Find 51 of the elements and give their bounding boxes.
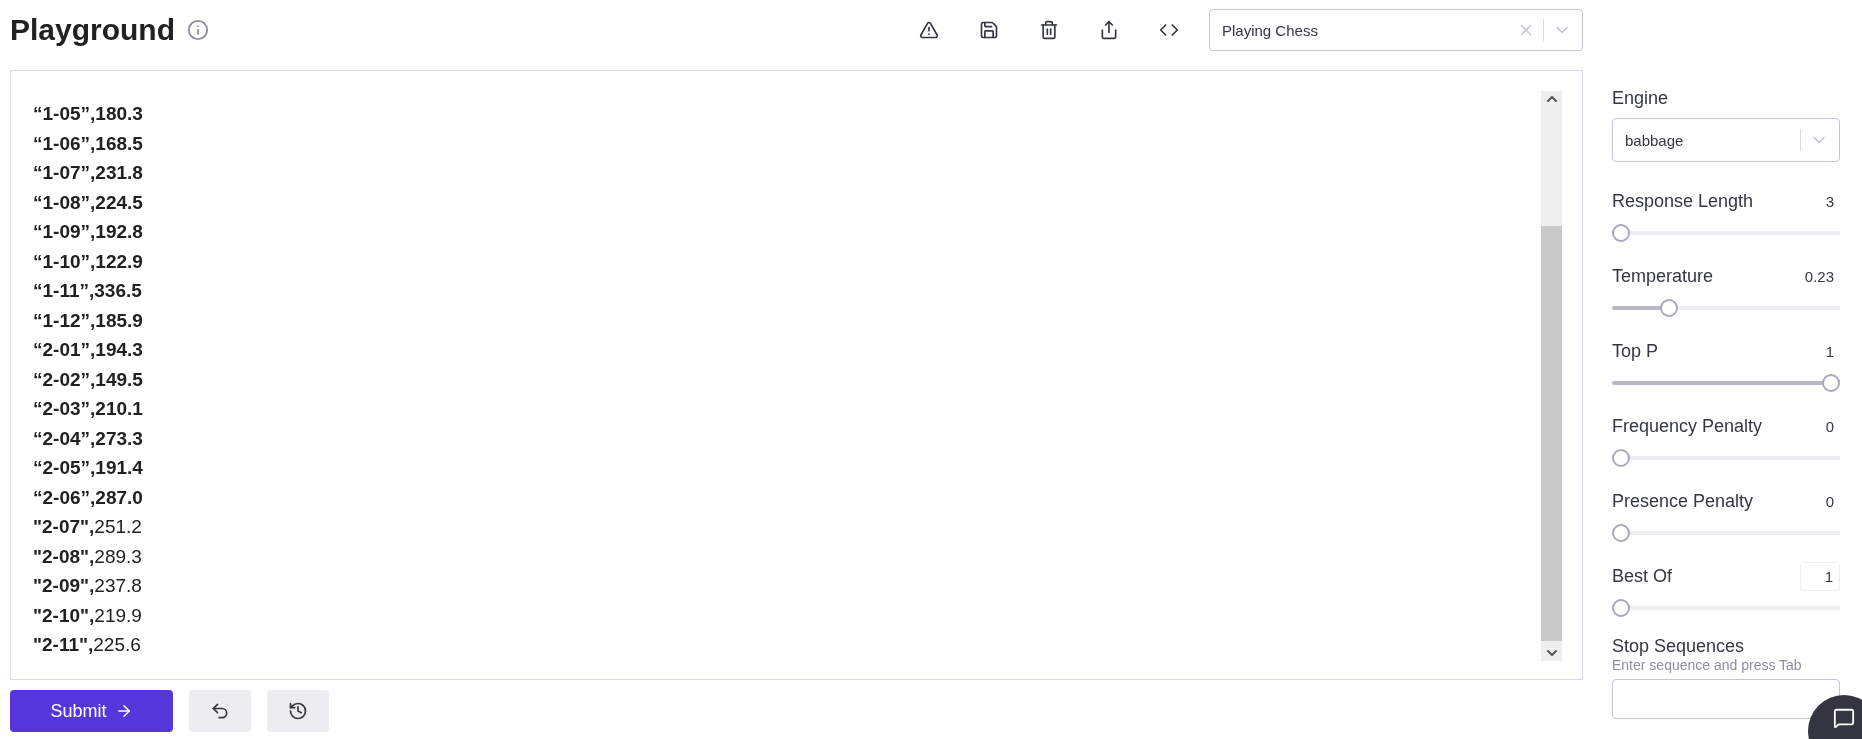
- editor-line: “2-05”,191.4: [33, 456, 143, 480]
- editor-line: “2-03”,210.1: [33, 397, 143, 421]
- stop-sequences-label: Stop Sequences: [1612, 636, 1746, 657]
- editor-line: "2-08",289.3: [33, 544, 142, 569]
- parameter-label: Best Of: [1612, 565, 1673, 587]
- editor-line: “1-10”,122.9: [33, 249, 143, 274]
- parameter-value: 0.23: [1804, 267, 1835, 285]
- editor-line: “2-01”,194.3: [33, 338, 143, 362]
- slider-thumb[interactable]: [1660, 299, 1679, 317]
- engine-select[interactable]: babbage: [1612, 118, 1840, 162]
- editor-line: “1-12”,185.9: [33, 308, 143, 333]
- chat-icon: [1833, 707, 1855, 729]
- stop-sequences-hint: Enter sequence and press Tab: [1612, 657, 1803, 673]
- parameter-value: 3: [1825, 192, 1835, 210]
- scrollbar[interactable]: [1541, 91, 1562, 661]
- editor-line: “1-07”,231.8: [33, 161, 143, 185]
- editor-line: "2-07",251.2: [33, 515, 142, 539]
- undo-button[interactable]: [189, 690, 251, 732]
- slider-thumb[interactable]: [1822, 374, 1840, 392]
- parameter-label: Presence Penalty: [1612, 490, 1754, 512]
- parameter-label: Response Length: [1612, 190, 1754, 212]
- slider-thumb[interactable]: [1612, 449, 1630, 467]
- preset-select[interactable]: Playing Chess: [1209, 9, 1583, 51]
- editor-line: "2-11",225.6: [33, 633, 141, 657]
- editor-line: "2-10",219.9: [33, 603, 142, 628]
- editor-line: “2-06”,287.0: [33, 485, 143, 510]
- history-button[interactable]: [267, 690, 329, 732]
- slider-thumb[interactable]: [1612, 524, 1630, 542]
- editor-line: “1-06”,168.5: [33, 131, 143, 156]
- slider-thumb[interactable]: [1612, 599, 1630, 617]
- parameter-value: 0: [1825, 417, 1835, 435]
- undo-icon: [210, 701, 230, 721]
- editor-line: “1-08”,224.5: [33, 190, 143, 215]
- page-title: Playground: [10, 13, 175, 47]
- best-of-input[interactable]: 1: [1799, 561, 1840, 591]
- slider-thumb[interactable]: [1612, 224, 1630, 242]
- parameter-label: Top P: [1612, 340, 1659, 362]
- editor-line: "2-09",237.8: [33, 574, 142, 598]
- submit-button[interactable]: Submit: [10, 690, 173, 732]
- stop-sequences-field[interactable]: [1612, 679, 1840, 719]
- parameter-label: Temperature: [1612, 265, 1714, 287]
- parameter-value: 1: [1825, 342, 1835, 360]
- editor-line: “1-11”,336.5: [33, 279, 142, 303]
- editor-line: “2-04”,273.3: [33, 426, 143, 451]
- parameter-label: Frequency Penalty: [1612, 415, 1763, 437]
- editor-line: “1-05”,180.3: [33, 102, 143, 126]
- editor-line: “2-02”,149.5: [33, 367, 143, 392]
- parameter-value: 0: [1825, 492, 1835, 510]
- engine-label: Engine: [1612, 88, 1670, 109]
- editor-line: “1-09”,192.8: [33, 220, 143, 244]
- history-icon: [288, 701, 308, 721]
